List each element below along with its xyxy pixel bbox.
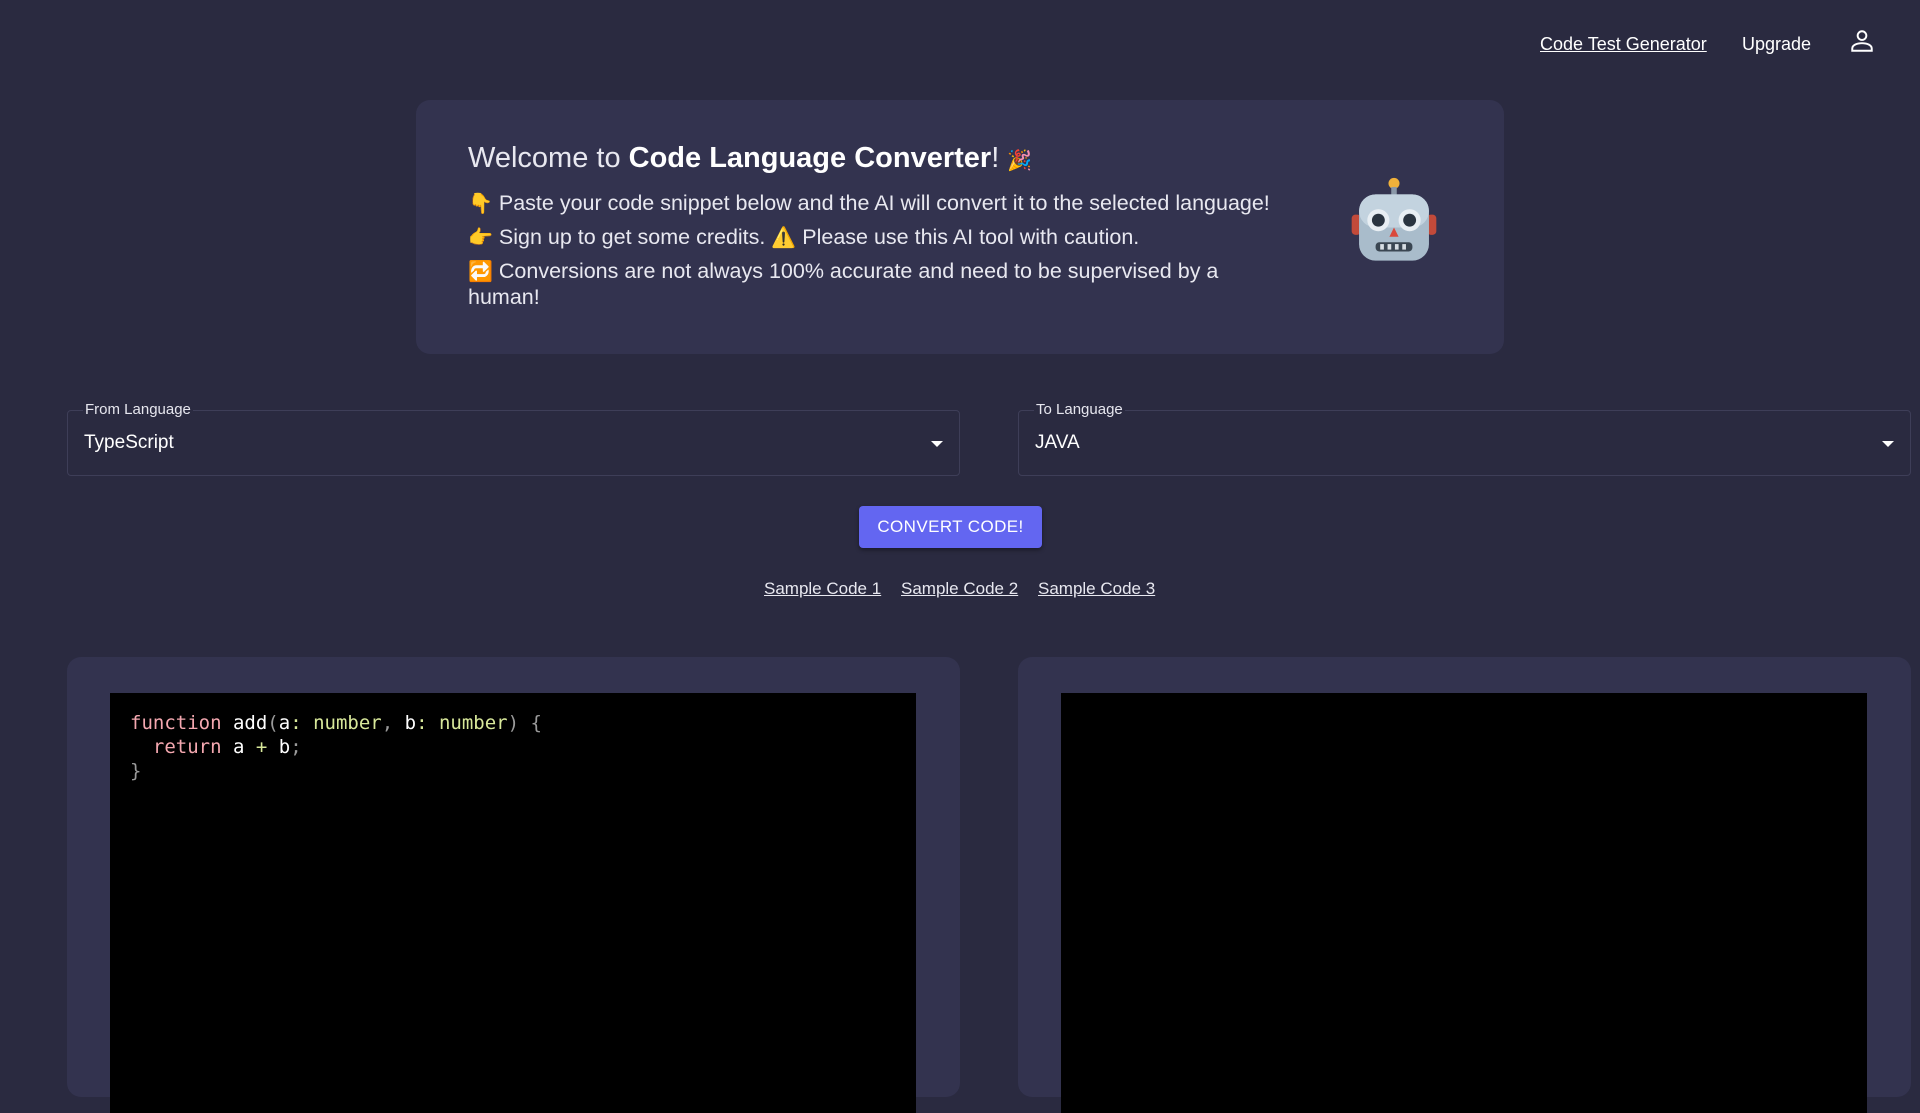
code-token: add	[221, 712, 268, 734]
chevron-down-icon	[1882, 441, 1894, 447]
code-token: number	[438, 712, 508, 734]
welcome-title: Welcome to Code Language Converter! 🎉	[468, 142, 1032, 175]
chevron-down-icon	[931, 441, 943, 447]
welcome-line-signup: 👉 Sign up to get some credits. ⚠️ Please…	[468, 225, 1288, 251]
output-code-editor[interactable]	[1061, 693, 1867, 1113]
welcome-line-paste: 👇 Paste your code snippet below and the …	[468, 191, 1288, 217]
welcome-line-accuracy-text: Conversions are not always 100% accurate…	[468, 259, 1219, 309]
code-token: a	[221, 736, 256, 758]
welcome-line-caution-text: Please use this AI tool with caution.	[796, 225, 1140, 249]
from-language-value: TypeScript	[84, 432, 174, 453]
code-token: ;	[290, 736, 302, 758]
welcome-title-suffix: !	[991, 142, 1008, 174]
party-popper-icon: 🎉	[1007, 150, 1033, 172]
code-token: number	[313, 712, 382, 734]
sample-code-1-link[interactable]: Sample Code 1	[764, 579, 881, 599]
from-language-select[interactable]: TypeScript	[67, 410, 960, 476]
sample-code-3-link[interactable]: Sample Code 3	[1038, 579, 1155, 599]
input-code-panel: function add(a: number, b: number) { ret…	[67, 657, 960, 1113]
welcome-line-signup-text: Sign up to get some credits.	[492, 225, 772, 249]
code-token: ) {	[507, 712, 542, 734]
output-code-panel	[1018, 657, 1911, 1113]
robot-icon	[1351, 177, 1437, 261]
welcome-line-paste-text: Paste your code snippet below and the AI…	[492, 191, 1270, 215]
code-token: b	[404, 712, 417, 734]
pointing-down-icon: 👇	[468, 193, 493, 215]
welcome-title-prefix: Welcome to	[468, 142, 629, 174]
code-token: (	[267, 712, 279, 734]
code-token: :	[290, 712, 314, 734]
code-token: function	[130, 712, 222, 734]
to-language-select[interactable]: JAVA	[1018, 410, 1911, 476]
pointing-right-icon: 👉	[468, 227, 493, 249]
convert-code-button[interactable]: CONVERT CODE!	[859, 506, 1042, 548]
from-language-select-group: From Language TypeScript	[67, 398, 960, 478]
code-token: }	[130, 760, 142, 782]
input-code-text[interactable]: function add(a: number, b: number) { ret…	[130, 711, 542, 783]
to-language-select-group: To Language JAVA	[1018, 398, 1911, 478]
repeat-icon: 🔁	[468, 261, 493, 283]
nav-upgrade-link[interactable]: Upgrade	[1742, 34, 1811, 55]
welcome-title-app-name: Code Language Converter	[628, 142, 992, 174]
code-token: +	[255, 736, 268, 758]
welcome-line-accuracy: 🔁 Conversions are not always 100% accura…	[468, 259, 1288, 310]
warning-icon: ⚠️	[771, 227, 797, 249]
to-language-value: JAVA	[1035, 432, 1080, 453]
sample-code-2-link[interactable]: Sample Code 2	[901, 579, 1018, 599]
code-token: return	[152, 736, 222, 758]
user-icon[interactable]	[1849, 28, 1875, 54]
code-token: b	[267, 736, 291, 758]
code-token: :	[416, 712, 439, 734]
code-token: ,	[381, 712, 405, 734]
from-language-label: From Language	[83, 401, 193, 418]
input-code-editor[interactable]: function add(a: number, b: number) { ret…	[110, 693, 916, 1113]
code-token: a	[278, 712, 291, 734]
to-language-label: To Language	[1034, 401, 1125, 418]
top-nav: Code Test Generator Upgrade	[0, 0, 1920, 88]
welcome-card: Welcome to Code Language Converter! 🎉 👇 …	[416, 100, 1504, 354]
nav-code-test-generator-link[interactable]: Code Test Generator	[1540, 34, 1707, 55]
